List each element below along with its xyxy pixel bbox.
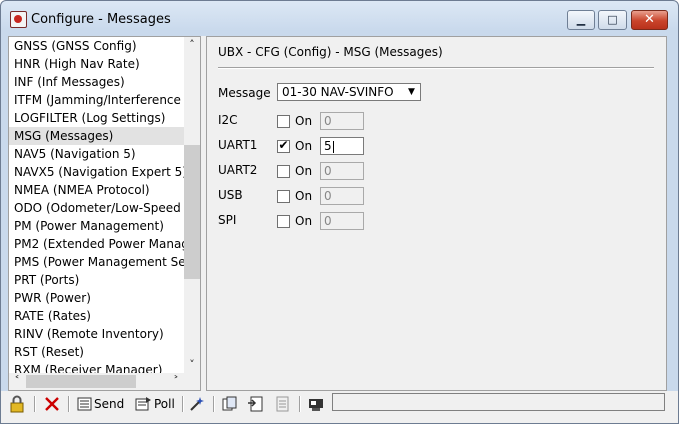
tree-item[interactable]: INF (Inf Messages)	[9, 73, 184, 91]
port-rate-value: 0	[324, 114, 332, 128]
dropdown-arrow-icon[interactable]: ▼	[404, 85, 419, 99]
port-rate-input[interactable]: 0	[320, 212, 364, 230]
port-rate-input[interactable]: 5	[320, 137, 364, 155]
cancel-icon[interactable]	[43, 394, 63, 414]
port-enable-checkbox[interactable]	[277, 215, 290, 228]
port-label: UART1	[218, 138, 258, 152]
toolbar-separator	[299, 396, 301, 412]
tree-item[interactable]: PRT (Ports)	[9, 271, 184, 289]
tree-item[interactable]: LOGFILTER (Log Settings)	[9, 109, 184, 127]
port-label: I2C	[218, 113, 238, 127]
close-button[interactable]: ✕	[631, 10, 668, 30]
toolbar-separator	[68, 396, 70, 412]
minimize-icon: ▁	[576, 13, 586, 26]
message-label: Message	[218, 86, 271, 100]
port-enable-checkbox[interactable]	[277, 115, 290, 128]
on-label: On	[295, 139, 313, 153]
save-icon[interactable]	[246, 394, 266, 414]
tree-item[interactable]: GNSS (GNSS Config)	[9, 37, 184, 55]
vertical-scroll-thumb[interactable]	[184, 145, 200, 279]
scroll-corner	[184, 373, 200, 390]
port-rate-input[interactable]: 0	[320, 112, 364, 130]
poll-icon	[135, 397, 151, 411]
on-label: On	[295, 189, 313, 203]
on-label: On	[295, 114, 313, 128]
panel-title: UBX - CFG (Config) - MSG (Messages)	[218, 45, 443, 59]
maximize-button[interactable]: □	[598, 10, 627, 30]
toolbar-separator	[34, 396, 36, 412]
checkmark-icon: ✔	[278, 138, 289, 152]
tree-item[interactable]: NAV5 (Navigation 5)	[9, 145, 184, 163]
tree-item[interactable]: RINV (Remote Inventory)	[9, 325, 184, 343]
port-rate-value: 0	[324, 189, 332, 203]
toolbar-separator	[213, 396, 215, 412]
tree-item[interactable]: ODO (Odometer/Low-Speed CC	[9, 199, 184, 217]
horizontal-scrollbar[interactable]: ˂ ˃	[9, 373, 184, 390]
scroll-right-icon[interactable]: ˃	[168, 373, 184, 389]
port-label: USB	[218, 188, 243, 202]
port-enable-checkbox[interactable]	[277, 165, 290, 178]
port-label: SPI	[218, 213, 237, 227]
panel-divider	[218, 67, 654, 69]
tree-item[interactable]: RST (Reset)	[9, 343, 184, 361]
window-title: Configure - Messages	[31, 12, 171, 27]
tree-item[interactable]: PM2 (Extended Power Managem	[9, 235, 184, 253]
send-icon	[77, 397, 92, 411]
maximize-icon: □	[607, 13, 618, 26]
tree-item[interactable]: PM (Power Management)	[9, 217, 184, 235]
message-select[interactable]: 01-30 NAV-SVINFO ▼	[277, 83, 421, 101]
port-rate-input[interactable]: 0	[320, 187, 364, 205]
load-icon[interactable]	[220, 394, 240, 414]
device-icon[interactable]	[306, 394, 326, 414]
send-button[interactable]: Send	[76, 394, 128, 414]
client-area: GNSS (GNSS Config) HNR (High Nav Rate) INF…	[8, 36, 667, 391]
title-bar[interactable]: Configure - Messages ▁ □ ✕	[1, 1, 678, 35]
app-icon[interactable]	[10, 11, 27, 28]
tree-item[interactable]: ITFM (Jamming/Interference Mc	[9, 91, 184, 109]
lock-icon[interactable]	[7, 394, 29, 414]
scroll-up-icon[interactable]: ˄	[184, 37, 200, 53]
config-tree-list[interactable]: GNSS (GNSS Config) HNR (High Nav Rate) INF…	[9, 37, 184, 373]
toolbar-separator	[182, 396, 184, 412]
tree-item[interactable]: RXM (Receiver Manager)	[9, 361, 184, 373]
bottom-toolbar: Send Poll	[1, 391, 678, 423]
status-field	[332, 393, 665, 411]
poll-button[interactable]: Poll	[134, 394, 178, 414]
port-enable-checkbox[interactable]	[277, 190, 290, 203]
revert-icon[interactable]	[273, 394, 293, 414]
config-tree-pane: GNSS (GNSS Config) HNR (High Nav Rate) INF…	[8, 36, 201, 391]
port-rate-value: 0	[324, 164, 332, 178]
message-config-panel: UBX - CFG (Config) - MSG (Messages) Mess…	[206, 36, 667, 391]
on-label: On	[295, 214, 313, 228]
on-label: On	[295, 164, 313, 178]
tree-item[interactable]: MSG (Messages)	[9, 127, 184, 145]
scroll-down-icon[interactable]: ˅	[184, 357, 200, 373]
tree-item[interactable]: NAVX5 (Navigation Expert 5)	[9, 163, 184, 181]
send-label: Send	[94, 397, 125, 411]
tree-item[interactable]: PMS (Power Management Setup	[9, 253, 184, 271]
port-rate-value: 5	[324, 139, 332, 153]
tree-item[interactable]: PWR (Power)	[9, 289, 184, 307]
text-caret	[332, 140, 334, 153]
port-rate-input[interactable]: 0	[320, 162, 364, 180]
tree-item[interactable]: HNR (High Nav Rate)	[9, 55, 184, 73]
horizontal-scroll-thumb[interactable]	[26, 375, 136, 388]
tree-item[interactable]: NMEA (NMEA Protocol)	[9, 181, 184, 199]
configure-window: Configure - Messages ▁ □ ✕ GNSS (GNSS Co…	[0, 0, 679, 424]
poll-label: Poll	[154, 397, 175, 411]
tree-item[interactable]: RATE (Rates)	[9, 307, 184, 325]
settings-icon[interactable]	[188, 394, 208, 414]
close-icon: ✕	[644, 12, 655, 27]
message-select-value: 01-30 NAV-SVINFO	[282, 85, 394, 99]
port-rate-value: 0	[324, 214, 332, 228]
port-label: UART2	[218, 163, 258, 177]
minimize-button[interactable]: ▁	[567, 10, 595, 30]
scroll-left-icon[interactable]: ˂	[9, 373, 25, 389]
port-enable-checkbox[interactable]: ✔	[277, 138, 290, 153]
vertical-scrollbar[interactable]: ˄ ˅	[184, 37, 200, 373]
